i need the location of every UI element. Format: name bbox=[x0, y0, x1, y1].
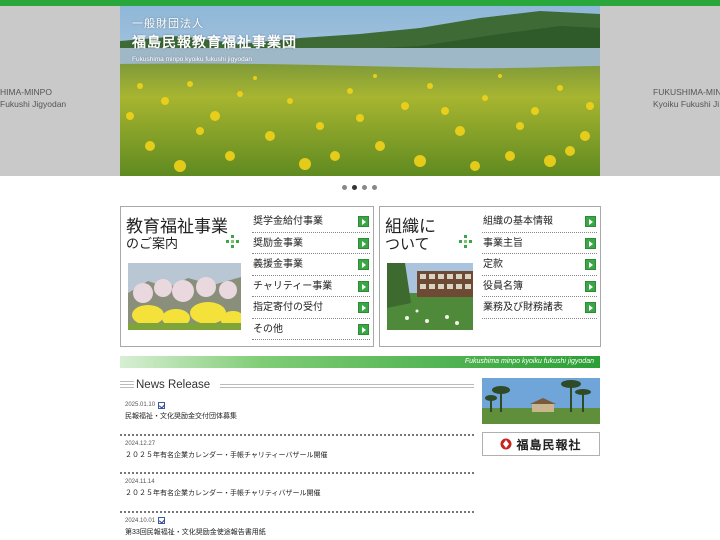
list-item: 2024.10.01 第33回民報福祉・文化奨励金使途報告書用紙 bbox=[120, 513, 474, 540]
menu-item-relief-fund[interactable]: 義援金事業 bbox=[252, 254, 370, 276]
next-slide-text-1: FUKUSHIMA-MINPO bbox=[653, 87, 720, 97]
arrow-right-icon bbox=[585, 237, 596, 249]
org-name-title: 福島民報教育福祉事業団 bbox=[132, 34, 297, 50]
menu-item-label: 業務及び財務諸表 bbox=[483, 302, 563, 313]
news-date: 2025.01.10 bbox=[125, 402, 156, 408]
arrow-right-icon bbox=[358, 323, 369, 335]
menu-item-financial-statements[interactable]: 業務及び財務諸表 bbox=[482, 297, 597, 319]
menu-item-officers[interactable]: 役員名簿 bbox=[482, 276, 597, 297]
minpo-logo-link[interactable]: 福島民報社 bbox=[482, 432, 600, 456]
menu-item-label: 義援金事業 bbox=[253, 259, 303, 270]
org-name-english: Fukushima minpo kyoiku fukushi jigyodan bbox=[132, 56, 252, 63]
news-date: 2024.12.27 bbox=[125, 440, 156, 447]
green-plus-icon bbox=[226, 235, 239, 248]
menu-item-label: 役員名簿 bbox=[483, 280, 523, 292]
news-heading: News Release bbox=[120, 378, 474, 392]
menu-item-scholarship[interactable]: 奨学金給付事業 bbox=[252, 211, 370, 233]
newspaper-emblem-icon bbox=[500, 438, 512, 450]
menu-item-label: チャリティー事業 bbox=[253, 280, 333, 292]
menu-item-label: 指定寄付の受付 bbox=[253, 302, 323, 313]
arrow-right-icon bbox=[585, 280, 596, 292]
list-item: 2025.01.10 民報福祉・文化奨励金交付団体募集 bbox=[120, 397, 474, 436]
prev-slide-peek[interactable]: HIMA-MINPO Fukushi Jigyodan bbox=[0, 6, 120, 176]
checkbox-icon bbox=[158, 517, 166, 524]
next-slide-text-2: Kyoiku Fukushi Ji bbox=[653, 99, 720, 109]
checkbox-icon bbox=[158, 401, 166, 409]
prev-slide-text-1: HIMA-MINPO bbox=[0, 87, 52, 97]
slide-dot-1[interactable] bbox=[342, 185, 347, 190]
building-photo bbox=[387, 263, 473, 330]
organization-menu: 組織の基本情報 事業主旨 定款 役員名簿 業務及び財務諸表 bbox=[482, 211, 597, 319]
slide-dot-3[interactable] bbox=[362, 185, 367, 190]
menu-item-label: 奨励金事業 bbox=[253, 237, 303, 249]
news-title-link[interactable]: 第33回民報福祉・文化奨励金使途報告書用紙 bbox=[125, 528, 474, 538]
arrow-right-icon bbox=[585, 259, 596, 270]
pine-trees-photo[interactable] bbox=[482, 378, 600, 424]
menu-item-label: 組織の基本情報 bbox=[483, 216, 553, 227]
news-date: 2024.11.14 bbox=[125, 479, 155, 485]
menu-item-label: 奨学金給付事業 bbox=[253, 216, 323, 227]
slide-dot-4[interactable] bbox=[372, 185, 377, 190]
news-date: 2024.10.01 bbox=[125, 517, 156, 524]
menu-item-label: 定款 bbox=[483, 259, 503, 270]
menu-item-basic-info[interactable]: 組織の基本情報 bbox=[482, 211, 597, 233]
arrow-right-icon bbox=[358, 280, 369, 292]
arrow-right-icon bbox=[358, 237, 369, 249]
arrow-right-icon bbox=[358, 216, 369, 227]
menu-item-purpose[interactable]: 事業主旨 bbox=[482, 233, 597, 254]
list-item: 2024.12.27 ２０２５年有名企業カレンダー・手帳チャリティーバザール開催 bbox=[120, 436, 474, 474]
green-divider-banner: Fukushima minpo kyoiku fukushi jigyodan bbox=[120, 356, 600, 368]
organization-box: 組織に ついて 組織の基本情報 事業主旨 定款 役員名簿 業務及び財務諸表 bbox=[379, 206, 601, 347]
news-list: 2025.01.10 民報福祉・文化奨励金交付団体募集 2024.12.27 ２… bbox=[120, 397, 474, 540]
slide-dot-2[interactable] bbox=[352, 185, 357, 190]
news-heading-label: News Release bbox=[136, 379, 211, 391]
slideshow-pager bbox=[342, 185, 377, 190]
education-box-subtitle: のご案内 bbox=[126, 237, 179, 252]
org-type-label: 一般財団法人 bbox=[132, 18, 204, 30]
menu-item-articles[interactable]: 定款 bbox=[482, 254, 597, 276]
arrow-right-icon bbox=[585, 216, 596, 227]
menu-item-encouragement[interactable]: 奨励金事業 bbox=[252, 233, 370, 254]
logo-text: 福島民報社 bbox=[516, 437, 582, 452]
arrow-right-icon bbox=[358, 302, 369, 313]
education-menu: 奨学金給付事業 奨励金事業 義援金事業 チャリティー事業 指定寄付の受付 その他 bbox=[252, 211, 370, 340]
arrow-right-icon bbox=[585, 302, 596, 313]
news-title-link[interactable]: ２０２５年有名企業カレンダー・手帳チャリティーバザール開催 bbox=[125, 451, 474, 461]
next-slide-peek[interactable]: FUKUSHIMA-MINPO Kyoiku Fukushi Ji bbox=[600, 6, 720, 176]
organization-box-subtitle: ついて bbox=[385, 235, 430, 253]
arrow-right-icon bbox=[358, 259, 369, 270]
prev-slide-text-2: Fukushi Jigyodan bbox=[0, 99, 67, 109]
news-title-link[interactable]: ２０２５年有名企業カレンダー・手帳チャリティバザール開催 bbox=[125, 489, 474, 499]
menu-item-other[interactable]: その他 bbox=[252, 319, 370, 340]
menu-item-label: 事業主旨 bbox=[483, 237, 523, 249]
banner-text: Fukushima minpo kyoiku fukushi jigyodan bbox=[464, 358, 594, 365]
hero-slideshow[interactable]: 一般財団法人 福島民報教育福祉事業団 Fukushima minpo kyoik… bbox=[120, 6, 600, 176]
green-plus-icon bbox=[459, 235, 472, 248]
education-welfare-box: 教育福祉事業 のご案内 奨学金給付事業 奨励金事業 義援金事業 チャリティー事業… bbox=[120, 206, 374, 347]
menu-item-label: その他 bbox=[253, 323, 283, 335]
list-item: 2024.11.14 ２０２５年有名企業カレンダー・手帳チャリティバザール開催 bbox=[120, 474, 474, 513]
menu-item-charity[interactable]: チャリティー事業 bbox=[252, 276, 370, 297]
news-title-link[interactable]: 民報福祉・文化奨励金交付団体募集 bbox=[125, 412, 474, 422]
menu-item-designated-donation[interactable]: 指定寄付の受付 bbox=[252, 297, 370, 319]
spring-blossom-photo bbox=[128, 263, 241, 330]
